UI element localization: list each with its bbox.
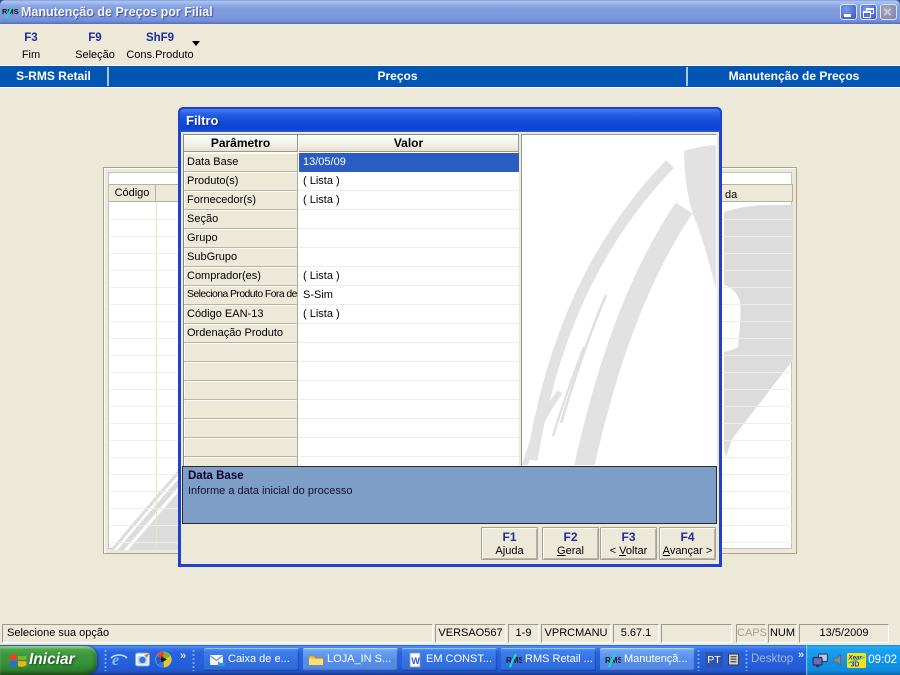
svg-text:W: W — [411, 656, 420, 666]
svg-text:3D: 3D — [851, 662, 860, 669]
